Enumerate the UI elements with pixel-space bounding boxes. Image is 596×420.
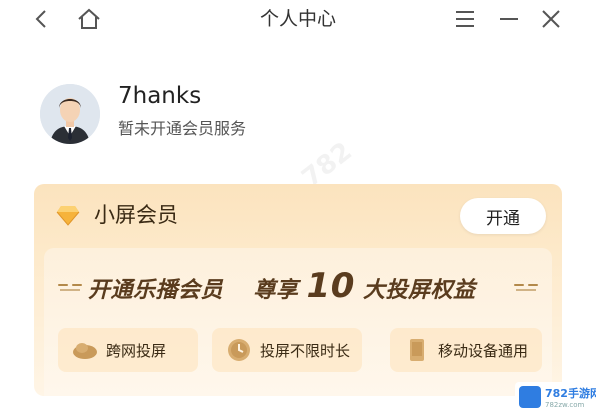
slogan-decoration-left — [58, 284, 82, 291]
benefit-label: 移动设备通用 — [438, 341, 529, 360]
open-membership-button[interactable]: 开通 — [460, 198, 546, 234]
benefits-row: 跨网投屏 投屏不限时长 移动设备通用 — [44, 328, 552, 376]
member-status: 暂未开通会员服务 — [118, 119, 247, 138]
benefit-label: 跨网投屏 — [106, 341, 167, 360]
slogan-part3: 大投屏权益 — [363, 278, 476, 303]
username: 7hanks — [118, 83, 202, 109]
back-arrow-icon[interactable] — [28, 6, 54, 32]
slogan-part2: 尊享 — [253, 278, 299, 303]
close-icon[interactable] — [538, 6, 564, 32]
slogan-row: 开通乐播会员 尊享 10 大投屏权益 — [44, 266, 552, 306]
card-title: 小屏会员 — [94, 203, 178, 227]
site-logo-icon — [519, 386, 541, 408]
diamond-icon — [56, 204, 80, 226]
site-logo-text: 782手游网 — [545, 387, 596, 400]
card-body: 开通乐播会员 尊享 10 大投屏权益 跨网投屏 投屏不限时长 移动设备通用 — [44, 248, 552, 396]
benefit-item[interactable]: 跨网投屏 — [58, 328, 198, 372]
menu-icon[interactable] — [452, 6, 478, 32]
slogan-number: 10 — [306, 266, 355, 306]
title-bar: 个人中心 — [0, 0, 596, 38]
profile-section: 7hanks 暂未开通会员服务 — [40, 82, 540, 152]
card-header: 小屏会员 开通 — [34, 184, 562, 248]
site-logo-subtext: 782zw.com — [545, 401, 585, 409]
benefit-item[interactable]: 投屏不限时长 — [212, 328, 362, 372]
minimize-icon[interactable] — [496, 6, 522, 32]
home-icon[interactable] — [76, 6, 102, 32]
benefit-item[interactable]: 移动设备通用 — [390, 328, 542, 372]
avatar[interactable] — [40, 84, 100, 144]
mobile-device-icon — [404, 337, 430, 363]
site-watermark-logo: 782手游网 782zw.com — [515, 382, 596, 418]
slogan-part1: 开通乐播会员 — [88, 278, 224, 303]
membership-card: 小屏会员 开通 开通乐播会员 尊享 10 大投屏权益 跨网投屏 投屏不限时长 移… — [34, 184, 562, 396]
benefit-label: 投屏不限时长 — [260, 341, 351, 360]
clock-icon — [226, 337, 252, 363]
cloud-network-icon — [72, 337, 98, 363]
slogan-decoration-right — [514, 284, 538, 291]
membership-slogan: 开通乐播会员 尊享 10 大投屏权益 — [88, 266, 508, 306]
